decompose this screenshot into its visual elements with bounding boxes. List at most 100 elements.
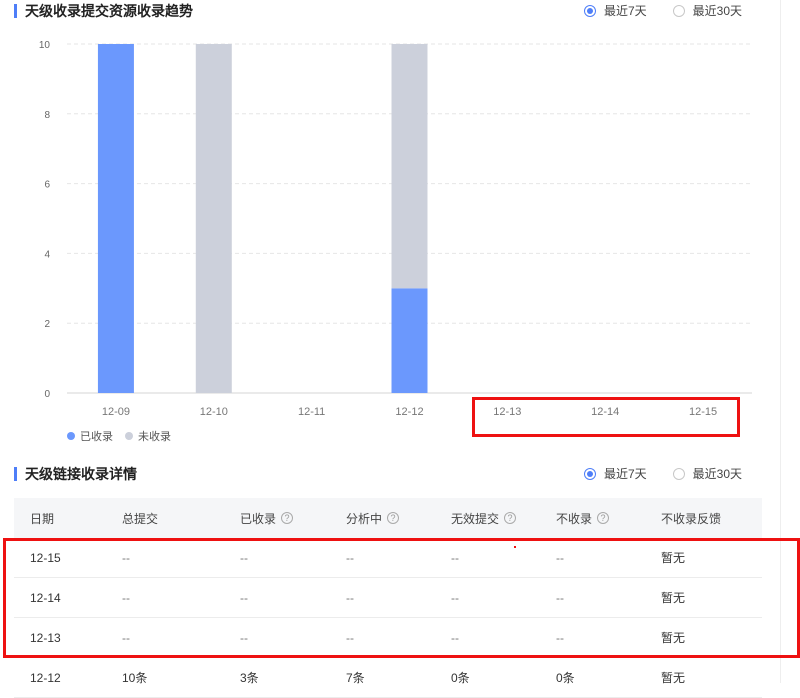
column-header: 不收录反馈 — [661, 498, 721, 538]
table-cell: 7条 — [346, 671, 365, 685]
table-cell: -- — [122, 630, 130, 645]
table-cell: 0条 — [451, 671, 470, 685]
trend-range-radio-group: 最近7天 最近30天 — [583, 2, 742, 19]
table-cell: 12-13 — [30, 630, 61, 645]
table-cell: 暂无 — [661, 671, 686, 685]
table-cell: 暂无 — [661, 591, 686, 605]
right-divider — [780, 0, 781, 683]
x-tick-label: 12-11 — [298, 406, 325, 418]
x-tick-label: 12-09 — [102, 406, 130, 418]
table-cell: -- — [451, 550, 459, 565]
x-tick-label: 12-10 — [200, 406, 228, 418]
detail-radio-7-days[interactable]: 最近7天 — [583, 465, 647, 482]
trend-section-title: 天级收录提交资源收录趋势 — [25, 3, 193, 19]
column-header-label: 不收录 — [556, 511, 593, 526]
column-header-label: 总提交 — [122, 511, 159, 526]
legend-item-not-indexed[interactable]: 未收录 — [125, 428, 171, 444]
indexing-detail-table: 日期 总提交 已收录? 分析中? 无效提交? 不收录? 不收录反馈 12-15 -- -- -- -… — [14, 498, 762, 698]
bar-segment — [195, 44, 232, 393]
column-header-label: 分析中 — [346, 511, 383, 526]
table-body: 12-15 -- -- -- -- -- 暂无 12-14 -- -- -- -- -- 暂无 12-13 -… — [14, 538, 762, 698]
legend-label-indexed: 已收录 — [80, 431, 113, 443]
help-icon[interactable]: ? — [504, 512, 517, 524]
legend-label-not-indexed: 未收录 — [138, 431, 171, 443]
table-cell: -- — [122, 550, 130, 565]
table-cell: -- — [240, 590, 248, 605]
table-cell: -- — [451, 630, 459, 645]
x-tick-label: 12-15 — [689, 406, 717, 418]
chart-legend: 已收录 未收录 — [67, 428, 171, 444]
table-cell: 暂无 — [661, 551, 686, 565]
y-tick-label: 0 — [44, 389, 50, 400]
table-cell: -- — [556, 630, 564, 645]
table-cell: -- — [346, 630, 354, 645]
table-header: 日期 总提交 已收录? 分析中? 无效提交? 不收录? 不收录反馈 — [14, 498, 762, 538]
column-header-label: 不收录反馈 — [661, 511, 722, 526]
trend-radio-30-days-label: 最近30天 — [692, 4, 742, 18]
table-cell: -- — [556, 590, 564, 605]
help-icon[interactable]: ? — [281, 512, 294, 524]
table-cell: 12-15 — [30, 550, 61, 565]
column-header-label: 已收录 — [240, 511, 277, 526]
detail-section-title: 天级链接收录详情 — [25, 466, 137, 482]
radio-selected-icon — [583, 4, 596, 17]
legend-swatch-indexed — [67, 432, 75, 440]
column-header: 日期 — [30, 498, 54, 538]
y-tick-label: 6 — [44, 180, 50, 191]
detail-radio-30-days-label: 最近30天 — [692, 467, 742, 481]
y-tick-label: 2 — [44, 319, 50, 330]
bar-segment — [391, 44, 428, 289]
help-icon[interactable]: ? — [597, 512, 610, 524]
table-row: 12-15 -- -- -- -- -- 暂无 — [14, 538, 762, 578]
trend-section-header: 天级收录提交资源收录趋势 最近7天 最近30天 — [0, 0, 780, 24]
x-tick-label: 12-12 — [395, 406, 423, 418]
red-annotation-dot — [514, 546, 516, 548]
y-tick-label: 10 — [39, 40, 51, 51]
bar-segment — [391, 288, 428, 393]
trend-radio-30-days[interactable]: 最近30天 — [672, 2, 742, 19]
table-row: 12-14 -- -- -- -- -- 暂无 — [14, 578, 762, 618]
column-header-label: 日期 — [30, 511, 55, 526]
trend-radio-7-days[interactable]: 最近7天 — [583, 2, 647, 19]
radio-selected-icon — [583, 467, 596, 480]
detail-radio-7-days-label: 最近7天 — [603, 467, 647, 481]
legend-swatch-not-indexed — [125, 432, 133, 440]
column-header: 无效提交? — [451, 498, 517, 538]
table-cell: 0条 — [556, 671, 575, 685]
column-header: 分析中? — [346, 498, 400, 538]
table-cell: -- — [556, 550, 564, 565]
radio-unselected-icon — [672, 467, 685, 480]
trend-radio-7-days-label: 最近7天 — [603, 4, 647, 18]
table-cell: -- — [122, 590, 130, 605]
column-header: 总提交 — [122, 498, 158, 538]
legend-item-indexed[interactable]: 已收录 — [67, 428, 113, 444]
table-cell: -- — [451, 590, 459, 605]
y-tick-label: 8 — [44, 110, 50, 121]
detail-radio-30-days[interactable]: 最近30天 — [672, 465, 742, 482]
title-accent-bar — [14, 4, 17, 18]
column-header: 已收录? — [240, 498, 294, 538]
table-cell: 暂无 — [661, 631, 686, 645]
column-header: 不收录? — [556, 498, 610, 538]
x-tick-label: 12-13 — [493, 406, 521, 418]
help-icon[interactable]: ? — [387, 512, 400, 524]
table-row: 12-13 -- -- -- -- -- 暂无 — [14, 618, 762, 658]
table-cell: -- — [240, 550, 248, 565]
y-tick-label: 4 — [44, 249, 50, 260]
trend-bar-chart: 0 2 4 6 8 10 12-09 12-10 12-11 12-12 12-13 12-14 12-… — [39, 40, 752, 418]
column-header-label: 无效提交 — [451, 511, 500, 526]
table-cell: -- — [240, 630, 248, 645]
table-cell: 10条 — [122, 671, 148, 685]
title-accent-bar — [14, 467, 17, 481]
detail-section-header: 天级链接收录详情 最近7天 最近30天 — [0, 463, 780, 487]
bar-segment — [97, 44, 134, 393]
table-cell: -- — [346, 590, 354, 605]
table-cell: 12-14 — [30, 590, 61, 605]
table-cell: 3条 — [240, 671, 259, 685]
table-cell: 12-12 — [30, 670, 61, 685]
table-cell: -- — [346, 550, 354, 565]
x-tick-label: 12-14 — [591, 406, 619, 418]
table-row: 12-12 10条 3条 7条 0条 0条 暂无 — [14, 658, 762, 698]
radio-unselected-icon — [672, 4, 685, 17]
detail-range-radio-group: 最近7天 最近30天 — [583, 465, 742, 482]
